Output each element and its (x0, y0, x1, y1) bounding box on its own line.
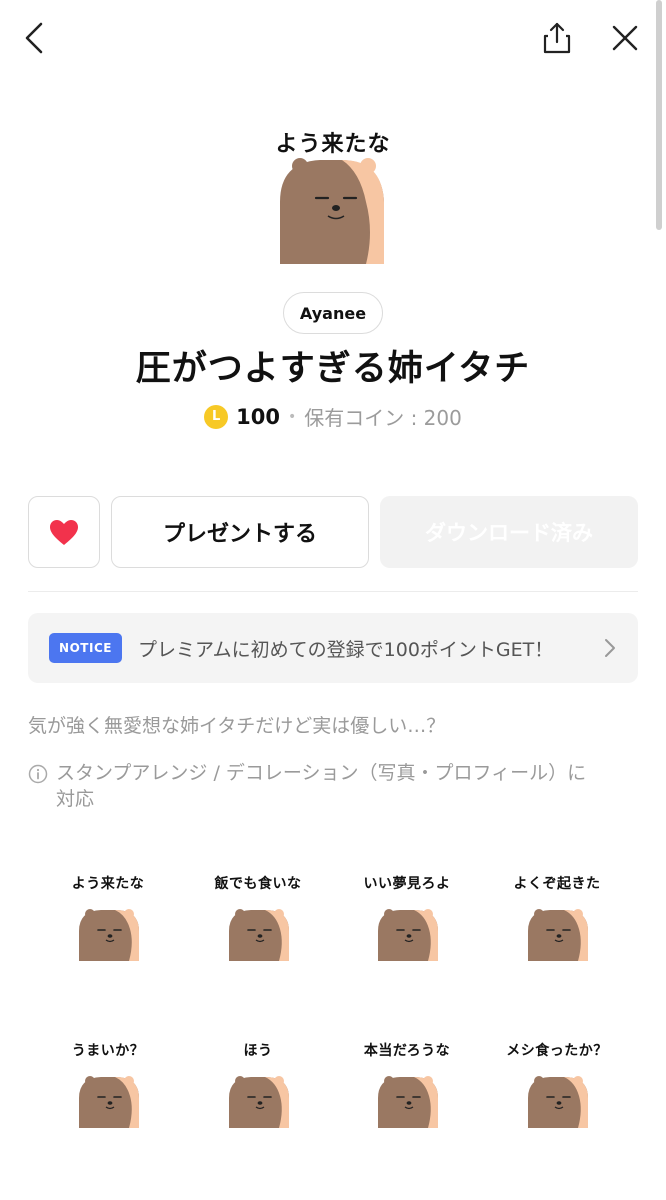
price-amount: 100 (236, 404, 280, 429)
sticker-caption: いい夢見ろよ (363, 876, 451, 892)
scrollbar[interactable] (656, 0, 662, 230)
share-icon (543, 22, 571, 54)
sticker-set-title: 圧がつよすぎる姉イタチ (135, 349, 531, 389)
owned-coins: 保有コイン : 200 (304, 406, 462, 430)
sticker-caption: 飯でも食いな (214, 876, 302, 892)
download-button[interactable]: ダウンロード済み (380, 496, 638, 568)
share-button[interactable] (537, 18, 577, 58)
present-button[interactable]: プレゼントする (111, 496, 369, 568)
description: 気が強く無愛想な姉イタチだけど実は優しい…？ (28, 715, 446, 737)
sticker-caption: よくぞ起きた (513, 876, 601, 892)
weasel-illustration (378, 1076, 438, 1128)
price-row: L 100 • 保有コイン : 200 (0, 402, 666, 431)
main-sticker-image: よう来たな (270, 122, 396, 268)
weasel-illustration (280, 158, 384, 264)
sticker-caption: 本当だろうな (363, 1043, 451, 1059)
sticker-item[interactable]: 飯でも食いな (195, 873, 321, 983)
weasel-illustration (528, 1076, 588, 1128)
compat-text-line2: 対応 (56, 788, 95, 810)
sticker-item[interactable]: いい夢見ろよ (344, 873, 470, 983)
sticker-caption: うまいか？ (71, 1043, 145, 1059)
close-icon (612, 25, 638, 51)
close-button[interactable] (605, 18, 645, 58)
sticker-caption: メシ食ったか？ (506, 1043, 608, 1059)
sticker-item[interactable]: ほう (195, 1040, 321, 1150)
notice-badge: NOTICE (49, 633, 122, 663)
compat-info: スタンプアレンジ / デコレーション（写真・プロフィール）に 対応 (28, 760, 638, 812)
weasel-illustration (229, 1076, 289, 1128)
notice-banner[interactable]: NOTICE プレミアムに初めての登録で100ポイントGET！ (28, 613, 638, 683)
compat-text-line1: スタンプアレンジ / デコレーション（写真・プロフィール）に (56, 762, 587, 784)
like-button[interactable] (28, 496, 100, 568)
chevron-right-icon (605, 639, 615, 657)
weasel-illustration (79, 1076, 139, 1128)
sticker-item[interactable]: メシ食ったか？ (494, 1040, 620, 1150)
line-coin-icon: L (204, 404, 229, 429)
creator-link[interactable]: Ayanee (283, 292, 383, 334)
separator-dot: • (287, 408, 297, 425)
sticker-item[interactable]: よくぞ起きた (494, 873, 620, 983)
weasel-illustration (79, 909, 139, 961)
sticker-item[interactable]: うまいか？ (45, 1040, 171, 1150)
sticker-item[interactable]: よう来たな (45, 873, 171, 983)
weasel-illustration (229, 909, 289, 961)
notice-text: プレミアムに初めての登録で100ポイントGET！ (138, 638, 554, 661)
info-icon (28, 764, 48, 784)
chevron-left-icon (25, 22, 43, 54)
heart-icon (50, 519, 78, 545)
divider (28, 591, 638, 592)
sticker-item[interactable]: 本当だろうな (344, 1040, 470, 1150)
back-button[interactable] (14, 18, 54, 58)
sticker-caption: よう来たな (71, 876, 145, 892)
weasel-illustration (378, 909, 438, 961)
weasel-illustration (528, 909, 588, 961)
sticker-caption: ほう (243, 1043, 273, 1059)
